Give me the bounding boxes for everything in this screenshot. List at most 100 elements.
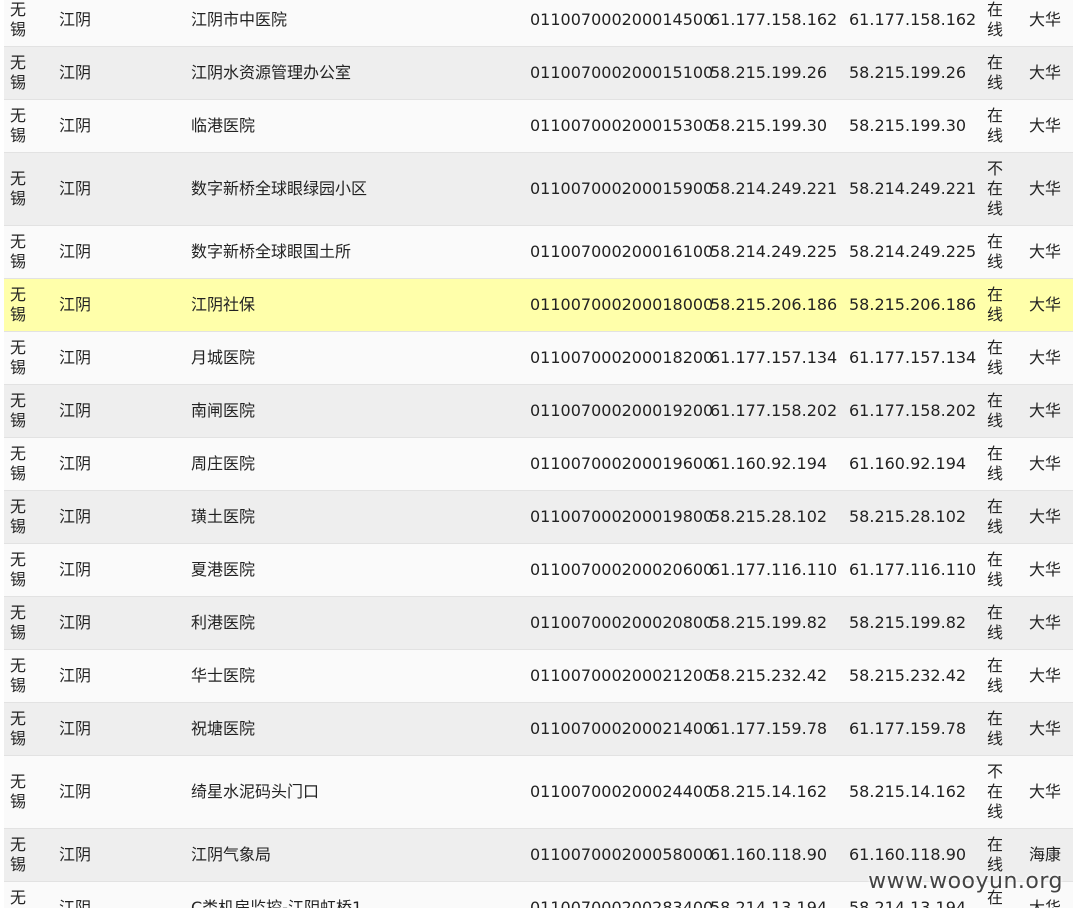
ip-address-cell: 58.215.199.82 [710, 613, 828, 632]
mapped-ip-cell: 58.215.199.26 [849, 63, 967, 82]
status-cell-char: 在 [987, 550, 1004, 569]
table-row[interactable]: 无锡江阴 夏港医院 011007000200020600 61.177.116.110… [4, 544, 1073, 597]
mapped-ip-cell: 58.215.199.30 [849, 116, 967, 135]
table-row[interactable]: 无锡江阴 祝塘医院 011007000200021400 61.177.159.78 6… [4, 703, 1073, 756]
city-cell-char: 无 [10, 232, 27, 251]
city-cell-char: 无 [10, 656, 27, 675]
mapped-ip-cell: 58.215.232.42 [849, 666, 967, 685]
city-cell-char: 锡 [10, 729, 27, 748]
city-cell-char: 锡 [10, 126, 27, 145]
status-cell-char: 在 [987, 53, 1004, 72]
city-cell-char: 锡 [10, 464, 27, 483]
ip-address-cell: 58.215.199.30 [710, 116, 828, 135]
city-cell-char: 无 [10, 550, 27, 569]
status-cell-char: 线 [987, 199, 1004, 218]
ip-address-cell: 58.214.249.225 [710, 242, 838, 261]
brand-cell: 大华 [1029, 179, 1062, 198]
city-cell-char: 无 [10, 0, 27, 19]
device-code-cell: 011007000200021400 [530, 719, 714, 738]
location-name-cell: 利港医院 [191, 613, 256, 632]
city-cell: 无锡 [4, 338, 58, 378]
mapped-ip-cell: 58.215.206.186 [849, 295, 977, 314]
location-name-cell: 江阴市中医院 [191, 10, 288, 29]
ip-address-cell: 61.177.158.162 [710, 10, 838, 29]
status-cell-char: 线 [987, 252, 1004, 271]
city-cell-char: 无 [10, 53, 27, 72]
location-name-cell: 祝塘医院 [191, 719, 256, 738]
location-name-cell: 临港医院 [191, 116, 256, 135]
status-cell: 在线 [985, 391, 1027, 431]
table-row[interactable]: 无锡江阴 临港医院 011007000200015300 58.215.199.30 5… [4, 100, 1073, 153]
table-row[interactable]: 无锡江阴 数字新桥全球眼国土所 011007000200016100 58.214.2… [4, 226, 1073, 279]
device-code-cell: 011007000200024400 [530, 782, 714, 801]
city-cell: 无锡 [4, 550, 58, 590]
device-code-cell: 011007000200058000 [530, 845, 714, 864]
status-cell-char: 在 [987, 709, 1004, 728]
city-cell: 无锡 [4, 709, 58, 749]
location-name-cell: 江阴社保 [191, 295, 256, 314]
device-code-cell: 011007000200015900 [530, 179, 714, 198]
district-cell: 江阴 [59, 348, 92, 367]
status-cell-char: 在 [987, 835, 1004, 854]
district-cell: 江阴 [59, 295, 92, 314]
status-cell-char: 不 [987, 762, 1004, 781]
watermark: www.wooyun.org [868, 869, 1063, 894]
status-cell: 在线 [985, 0, 1027, 40]
ip-address-cell: 58.215.232.42 [710, 666, 828, 685]
mapped-ip-cell: 61.177.159.78 [849, 719, 967, 738]
status-cell-char: 在 [987, 603, 1004, 622]
city-cell-char: 锡 [10, 570, 27, 589]
location-name-cell: 数字新桥全球眼国土所 [191, 242, 352, 261]
district-cell: 江阴 [59, 613, 92, 632]
mapped-ip-cell: 61.177.158.162 [849, 10, 977, 29]
location-name-cell: 江阴水资源管理办公室 [191, 63, 352, 82]
table-row[interactable]: 无锡江阴 江阴市中医院 011007000200014500 61.177.158.1… [4, 0, 1073, 47]
ip-address-cell: 61.177.158.202 [710, 401, 838, 420]
table-row[interactable]: 无锡江阴 月城医院 011007000200018200 61.177.157.134… [4, 332, 1073, 385]
status-cell-char: 线 [987, 411, 1004, 430]
city-cell: 无锡 [4, 444, 58, 484]
ip-address-cell: 61.160.92.194 [710, 454, 828, 473]
mapped-ip-cell: 58.215.28.102 [849, 507, 967, 526]
ip-address-cell: 58.215.28.102 [710, 507, 828, 526]
location-name-cell: 周庄医院 [191, 454, 256, 473]
brand-cell: 大华 [1029, 295, 1062, 314]
status-cell-char: 在 [987, 179, 1004, 198]
city-cell-char: 锡 [10, 411, 27, 430]
mapped-ip-cell: 61.160.92.194 [849, 454, 967, 473]
district-cell: 江阴 [59, 782, 92, 801]
brand-cell: 大华 [1029, 63, 1062, 82]
city-cell-char: 锡 [10, 252, 27, 271]
status-cell: 在线 [985, 603, 1027, 643]
district-cell: 江阴 [59, 719, 92, 738]
device-code-cell: 011007000200019600 [530, 454, 714, 473]
table-row[interactable]: 无锡江阴 江阴社保 011007000200018000 58.215.206.186… [4, 279, 1073, 332]
district-cell: 江阴 [59, 845, 92, 864]
table-row[interactable]: 无锡江阴 南闸医院 011007000200019200 61.177.158.202… [4, 385, 1073, 438]
city-cell-char: 锡 [10, 855, 27, 874]
ip-address-cell: 61.177.157.134 [710, 348, 838, 367]
mapped-ip-cell: 58.215.199.82 [849, 613, 967, 632]
brand-cell: 大华 [1029, 454, 1062, 473]
table-row[interactable]: 无锡江阴 利港医院 011007000200020800 58.215.199.82 5… [4, 597, 1073, 650]
status-cell-char: 线 [987, 126, 1004, 145]
brand-cell: 大华 [1029, 613, 1062, 632]
location-name-cell: 月城医院 [191, 348, 256, 367]
brand-cell: 大华 [1029, 116, 1062, 135]
city-cell: 无锡 [4, 772, 58, 812]
table-row[interactable]: 无锡江阴 江阴水资源管理办公室 011007000200015100 58.215.1… [4, 47, 1073, 100]
table-row[interactable]: 无锡江阴 数字新桥全球眼绿园小区 011007000200015900 58.214.… [4, 153, 1073, 226]
brand-cell: 海康 [1029, 845, 1062, 864]
status-cell-char: 线 [987, 20, 1004, 39]
table-row[interactable]: 无锡江阴 周庄医院 011007000200019600 61.160.92.194 6… [4, 438, 1073, 491]
table-row[interactable]: 无锡江阴 绮星水泥码头门口 011007000200024400 58.215.14.… [4, 756, 1073, 829]
location-name-cell: 夏港医院 [191, 560, 256, 579]
district-cell: 江阴 [59, 116, 92, 135]
table-row[interactable]: 无锡江阴 璜土医院 011007000200019800 58.215.28.102 5… [4, 491, 1073, 544]
city-cell-char: 无 [10, 888, 27, 907]
status-cell: 在线 [985, 285, 1027, 325]
district-cell: 江阴 [59, 63, 92, 82]
table-row[interactable]: 无锡江阴 华士医院 011007000200021200 58.215.232.42 5… [4, 650, 1073, 703]
city-cell-char: 锡 [10, 517, 27, 536]
city-cell-char: 无 [10, 603, 27, 622]
